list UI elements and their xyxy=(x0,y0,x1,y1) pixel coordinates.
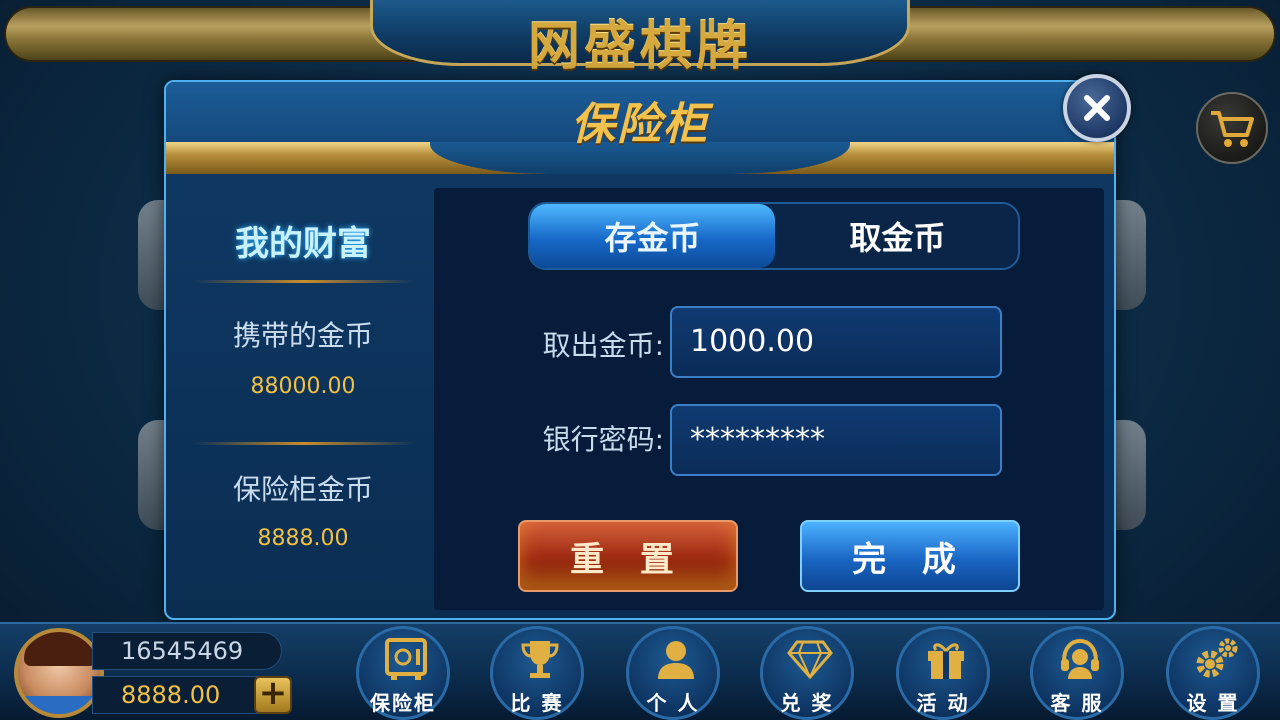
amount-label: 取出金币: xyxy=(542,329,664,362)
shop-button[interactable] xyxy=(1196,92,1268,164)
app-title: 网盛棋牌 xyxy=(527,17,752,77)
password-input[interactable]: ********* xyxy=(670,404,1002,476)
wealth-title: 我的财富 xyxy=(235,224,371,264)
close-icon xyxy=(1084,95,1110,121)
amount-input[interactable]: 1000.00 xyxy=(670,306,1002,378)
nav-match[interactable]: 比 赛 xyxy=(490,626,584,720)
nav-events[interactable]: 活 动 xyxy=(896,626,990,720)
transaction-panel: 存金币 取金币 取出金币: 1000.00 银行密码: ********* 重 … xyxy=(434,188,1104,610)
gift-icon xyxy=(916,635,976,683)
password-label: 银行密码: xyxy=(542,423,664,456)
user-id: 16545469 xyxy=(92,632,282,670)
wealth-panel: 我的财富 携带的金币 88000.00 保险柜金币 8888.00 xyxy=(180,188,426,608)
nav-settings-label: 设 置 xyxy=(1186,691,1240,715)
cart-icon xyxy=(1211,111,1254,147)
safe-dialog: 保险柜 我的财富 携带的金币 88000.00 保险柜金币 8888.00 存金… xyxy=(164,74,1131,620)
nav-settings[interactable]: 设 置 xyxy=(1166,626,1260,720)
avatar-hair xyxy=(24,632,96,666)
vault-coins-label: 保险柜金币 xyxy=(232,473,373,506)
nav-redeem[interactable]: 兑 奖 xyxy=(760,626,854,720)
headset-icon xyxy=(1050,635,1110,683)
nav-redeem-label: 兑 奖 xyxy=(780,691,834,715)
tab-bar: 存金币 取金币 xyxy=(528,202,1020,270)
diamond-icon xyxy=(780,635,840,683)
nav-events-label: 活 动 xyxy=(916,691,970,715)
add-coins-button[interactable]: + xyxy=(254,676,292,714)
nav-profile-label: 个 人 xyxy=(646,691,700,715)
nav-safe-label: 保险柜 xyxy=(370,691,436,715)
done-button[interactable]: 完 成 xyxy=(800,520,1020,592)
safe-icon xyxy=(376,635,436,683)
nav-support-label: 客 服 xyxy=(1050,691,1104,715)
top-banner: 网盛棋牌 xyxy=(0,0,1280,77)
nav-safe[interactable]: 保险柜 xyxy=(356,626,450,720)
nav-profile[interactable]: 个 人 xyxy=(626,626,720,720)
carried-coins-value: 88000.00 xyxy=(250,374,356,399)
reset-button[interactable]: 重 置 xyxy=(518,520,738,592)
vault-coins-value: 8888.00 xyxy=(257,526,349,551)
close-button[interactable] xyxy=(1063,74,1131,142)
gear-icon xyxy=(1186,635,1246,683)
divider xyxy=(194,442,414,445)
carried-coins-label: 携带的金币 xyxy=(232,319,373,352)
person-icon xyxy=(646,635,706,683)
dialog-title: 保险柜 xyxy=(571,99,709,150)
nav-support[interactable]: 客 服 xyxy=(1030,626,1124,720)
divider xyxy=(194,280,414,283)
avatar[interactable] xyxy=(14,628,104,718)
trophy-icon xyxy=(510,635,570,683)
nav-match-label: 比 赛 xyxy=(510,691,564,715)
tab-deposit[interactable]: 存金币 xyxy=(530,204,775,268)
tab-withdraw[interactable]: 取金币 xyxy=(775,204,1018,268)
